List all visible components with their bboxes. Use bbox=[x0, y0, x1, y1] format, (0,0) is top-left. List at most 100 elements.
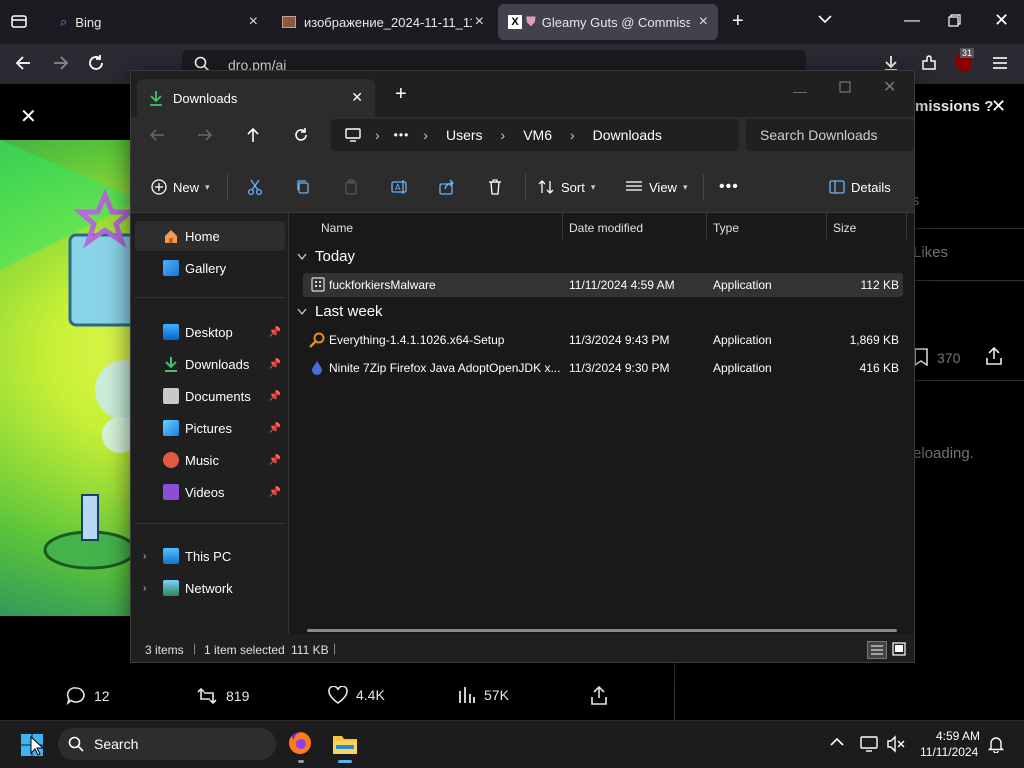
share-icon[interactable] bbox=[590, 686, 608, 705]
forward-icon[interactable] bbox=[197, 127, 213, 143]
network-status-icon[interactable] bbox=[860, 735, 880, 753]
more-icon[interactable]: ••• bbox=[394, 128, 410, 142]
clock-date[interactable]: 11/11/2024 bbox=[920, 745, 978, 759]
breadcrumb-vm6[interactable]: VM6 bbox=[523, 127, 552, 143]
chevron-up-icon[interactable] bbox=[830, 737, 844, 747]
details-button[interactable]: Details bbox=[829, 177, 891, 197]
new-tab-button[interactable]: + bbox=[732, 10, 744, 33]
restore-button[interactable] bbox=[948, 14, 961, 27]
close-icon[interactable]: ✕ bbox=[991, 96, 1006, 117]
pin-icon[interactable]: 📌 bbox=[269, 327, 281, 338]
view-button[interactable]: View ▾ bbox=[625, 177, 687, 197]
share-icon[interactable] bbox=[985, 347, 1003, 365]
copy-button[interactable] bbox=[295, 177, 311, 197]
nav-this-pc[interactable]: › This PC bbox=[135, 541, 285, 571]
divider[interactable] bbox=[826, 213, 827, 239]
notification-bell-icon[interactable] bbox=[988, 735, 1004, 753]
new-tab-button[interactable]: + bbox=[395, 83, 407, 106]
close-window-button[interactable]: ✕ bbox=[994, 10, 1009, 31]
search-input[interactable]: Search Downloads bbox=[746, 119, 914, 151]
pin-icon[interactable]: 📌 bbox=[269, 391, 281, 402]
taskbar-search-input[interactable]: Search bbox=[58, 728, 276, 760]
pin-icon[interactable]: 📌 bbox=[269, 487, 281, 498]
clock-time[interactable]: 4:59 AM bbox=[936, 729, 980, 743]
pin-icon[interactable]: 📌 bbox=[269, 455, 281, 466]
nav-network[interactable]: › Network bbox=[135, 573, 285, 603]
nav-videos[interactable]: Videos 📌 bbox=[135, 477, 285, 507]
nav-gallery[interactable]: Gallery bbox=[135, 253, 285, 283]
back-icon[interactable] bbox=[14, 54, 32, 72]
group-header-today[interactable]: Today bbox=[297, 248, 355, 265]
divider[interactable] bbox=[706, 213, 707, 239]
minimize-button[interactable]: — bbox=[904, 12, 920, 30]
nav-desktop[interactable]: Desktop 📌 bbox=[135, 317, 285, 347]
group-header-last-week[interactable]: Last week bbox=[297, 303, 383, 320]
back-icon[interactable] bbox=[149, 127, 165, 143]
paste-button[interactable] bbox=[343, 177, 359, 197]
chevron-down-icon[interactable] bbox=[818, 14, 832, 24]
repost-button[interactable]: 819 bbox=[196, 686, 249, 706]
pin-icon[interactable]: 📌 bbox=[269, 359, 281, 370]
divider[interactable] bbox=[906, 213, 907, 239]
share-button[interactable] bbox=[439, 177, 455, 197]
close-icon[interactable]: × bbox=[475, 13, 484, 31]
bookmark-icon[interactable] bbox=[913, 348, 929, 366]
chevron-down-icon bbox=[297, 253, 307, 260]
views-button[interactable]: 57K bbox=[458, 686, 509, 704]
file-row-selected[interactable]: fuckforkiersMalware 11/11/2024 4:59 AM A… bbox=[303, 273, 903, 297]
tab-image[interactable]: изображение_2024-11-11_1135 × bbox=[272, 4, 494, 40]
close-media-button[interactable]: ✕ bbox=[20, 104, 37, 129]
forward-icon[interactable] bbox=[52, 54, 70, 72]
sort-button[interactable]: Sort ▾ bbox=[537, 177, 595, 197]
firefox-icon[interactable] bbox=[287, 730, 313, 756]
address-bar[interactable]: › ••• › Users › VM6 › Downloads bbox=[331, 119, 739, 151]
close-window-button[interactable]: ✕ bbox=[883, 77, 896, 97]
horizontal-scrollbar[interactable] bbox=[307, 629, 897, 632]
cut-button[interactable] bbox=[247, 177, 263, 197]
divider[interactable] bbox=[562, 213, 563, 239]
up-icon[interactable] bbox=[245, 127, 261, 143]
running-indicator bbox=[298, 760, 304, 763]
reload-icon[interactable] bbox=[87, 54, 105, 72]
tab-list-icon[interactable] bbox=[10, 12, 28, 30]
close-icon[interactable]: ✕ bbox=[351, 89, 363, 106]
pin-icon[interactable]: 📌 bbox=[269, 423, 281, 434]
column-header-type[interactable]: Type bbox=[713, 221, 739, 235]
explorer-tab-downloads[interactable]: Downloads ✕ bbox=[137, 79, 375, 117]
tab-bing[interactable]: ⌕ Bing × bbox=[48, 4, 268, 40]
chevron-right-icon[interactable]: › bbox=[143, 551, 146, 562]
nav-home[interactable]: Home bbox=[135, 221, 285, 251]
new-button[interactable]: New ▾ bbox=[151, 177, 210, 197]
minimize-button[interactable]: — bbox=[793, 83, 807, 99]
column-header-date[interactable]: Date modified bbox=[569, 221, 643, 235]
maximize-button[interactable] bbox=[839, 81, 851, 93]
column-header-size[interactable]: Size bbox=[833, 221, 856, 235]
large-icons-view-icon[interactable] bbox=[891, 641, 909, 659]
file-explorer-taskbar-icon[interactable] bbox=[332, 733, 358, 755]
nav-pictures[interactable]: Pictures 📌 bbox=[135, 413, 285, 443]
extensions-icon[interactable] bbox=[920, 54, 938, 72]
nav-downloads[interactable]: Downloads 📌 bbox=[135, 349, 285, 379]
close-icon[interactable]: × bbox=[249, 13, 258, 31]
delete-button[interactable] bbox=[487, 177, 503, 197]
like-button[interactable]: 4.4K bbox=[328, 686, 385, 704]
volume-muted-icon[interactable] bbox=[886, 735, 906, 753]
close-icon[interactable]: × bbox=[699, 13, 708, 31]
menu-icon[interactable] bbox=[992, 56, 1008, 70]
file-row[interactable]: Ninite 7Zip Firefox Java AdoptOpenJDK x.… bbox=[303, 356, 903, 380]
more-options-button[interactable]: ••• bbox=[719, 177, 739, 197]
file-row[interactable]: Everything-1.4.1.1026.x64-Setup 11/3/202… bbox=[303, 328, 903, 352]
column-header-name[interactable]: Name bbox=[321, 221, 353, 235]
refresh-icon[interactable] bbox=[293, 127, 309, 143]
rename-button[interactable]: A bbox=[391, 177, 409, 197]
divider bbox=[525, 174, 526, 200]
tab-gleamy-guts[interactable]: X ⛊ Gleamy Guts @ Commissio × bbox=[498, 4, 718, 40]
breadcrumb-users[interactable]: Users bbox=[446, 127, 483, 143]
reply-button[interactable]: 12 bbox=[66, 686, 110, 706]
chevron-right-icon[interactable]: › bbox=[143, 583, 146, 594]
ublock-icon[interactable]: 31 bbox=[956, 48, 975, 72]
nav-music[interactable]: Music 📌 bbox=[135, 445, 285, 475]
details-view-icon[interactable] bbox=[867, 641, 887, 659]
nav-documents[interactable]: Documents 📌 bbox=[135, 381, 285, 411]
breadcrumb-downloads[interactable]: Downloads bbox=[593, 127, 662, 143]
